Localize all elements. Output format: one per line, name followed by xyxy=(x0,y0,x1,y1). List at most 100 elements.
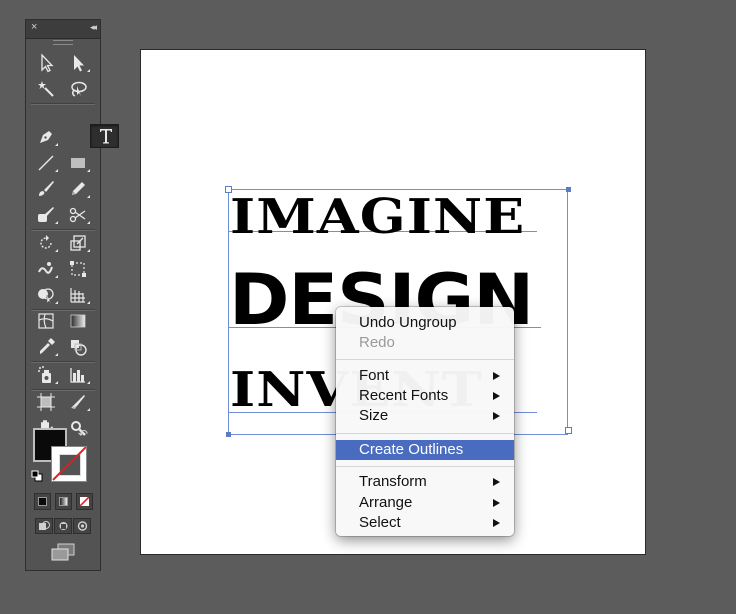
free-transform-tool[interactable] xyxy=(64,257,92,281)
scale-tool[interactable] xyxy=(64,231,92,255)
menu-separator xyxy=(336,466,514,467)
draw-normal-button[interactable] xyxy=(35,518,53,534)
tool-flyout-indicator xyxy=(55,143,58,146)
blob-brush-icon xyxy=(38,207,54,222)
line-icon xyxy=(38,155,54,171)
eyedropper-icon xyxy=(40,338,55,354)
pencil-tool[interactable] xyxy=(64,177,92,201)
menu-item-label: Create Outlines xyxy=(359,441,464,458)
rotate-tool[interactable] xyxy=(32,231,60,255)
mesh-tool[interactable] xyxy=(32,309,60,333)
perspective-grid-icon xyxy=(70,288,85,303)
menu-item-select[interactable]: Select xyxy=(336,513,514,533)
gradient-mode-button[interactable] xyxy=(55,493,72,510)
collapse-panel-icon[interactable]: ◂◂ xyxy=(90,22,97,33)
shape-builder-icon xyxy=(38,288,54,305)
rectangle-tool[interactable] xyxy=(64,151,92,175)
menu-item-undo-ungroup[interactable]: Undo Ungroup xyxy=(336,313,514,333)
direct-selection-tool[interactable] xyxy=(64,51,92,75)
swap-fill-stroke-icon[interactable]: ↶ xyxy=(78,427,88,441)
draw-behind-button[interactable] xyxy=(54,518,72,534)
menu-item-font[interactable]: Font xyxy=(336,366,514,386)
scale-icon xyxy=(70,235,86,251)
column-graph-tool[interactable] xyxy=(64,363,92,387)
lasso-tool[interactable] xyxy=(64,77,92,101)
line-segment-tool[interactable] xyxy=(32,151,60,175)
text-line-imagine[interactable]: IMAGINE xyxy=(230,193,525,241)
pen-tool[interactable] xyxy=(32,125,60,149)
menu-item-create-outlines[interactable]: Create Outlines xyxy=(336,440,514,460)
artboard-tool[interactable] xyxy=(32,390,60,414)
menu-item-recent-fonts[interactable]: Recent Fonts xyxy=(336,386,514,406)
bbox-handle-bottom-left[interactable] xyxy=(226,432,231,437)
symbol-sprayer-icon xyxy=(38,366,51,383)
selection-tool[interactable] xyxy=(32,51,60,75)
menu-item-label: Select xyxy=(359,514,401,531)
warp-tool[interactable] xyxy=(32,257,60,281)
brush-icon xyxy=(39,181,54,196)
blend-icon xyxy=(71,340,87,356)
close-icon[interactable]: × xyxy=(31,21,37,33)
panel-grip[interactable] xyxy=(53,40,73,45)
stroke-color-swatch[interactable] xyxy=(51,446,87,482)
menu-item-label: Transform xyxy=(359,473,427,490)
context-menu: Undo Ungroup Redo Font Recent Fonts Size… xyxy=(336,307,514,536)
magic-wand-tool[interactable] xyxy=(32,77,60,101)
tool-flyout-indicator xyxy=(55,353,58,356)
pen-icon xyxy=(40,131,52,143)
slice-icon xyxy=(71,395,85,409)
gradient-tool[interactable] xyxy=(64,309,92,333)
scissors-icon xyxy=(69,207,86,223)
arrow-icon xyxy=(41,53,54,73)
menu-item-label: Undo Ungroup xyxy=(359,314,457,331)
draw-normal-icon xyxy=(39,521,50,530)
menu-item-label: Size xyxy=(359,407,389,424)
blob-brush-tool[interactable] xyxy=(32,203,60,227)
tools-panel-titlebar[interactable]: × ◂◂ xyxy=(26,20,100,39)
free-transform-icon xyxy=(70,261,86,277)
eyedropper-tool[interactable] xyxy=(32,335,60,359)
tool-flyout-indicator xyxy=(87,195,90,198)
tool-flyout-indicator xyxy=(55,221,58,224)
stroke-inner xyxy=(59,454,81,476)
bbox-handle-top-right[interactable] xyxy=(566,187,571,192)
gradient-icon xyxy=(70,314,86,328)
submenu-arrow-icon xyxy=(493,478,500,486)
magic-wand-icon xyxy=(38,81,54,97)
menu-item-label: Font xyxy=(359,367,390,384)
perspective-grid-tool[interactable] xyxy=(64,283,92,307)
color-mode-button[interactable] xyxy=(34,493,51,510)
menu-item-label: Arrange xyxy=(359,494,413,511)
none-swatch-icon xyxy=(80,497,89,506)
draw-behind-icon xyxy=(59,522,68,530)
symbol-sprayer-tool[interactable] xyxy=(32,363,60,387)
paintbrush-tool[interactable] xyxy=(32,177,60,201)
scissors-tool[interactable] xyxy=(64,203,92,227)
mesh-icon xyxy=(38,313,54,329)
tool-flyout-indicator xyxy=(87,249,90,252)
menu-item-label: Recent Fonts xyxy=(359,387,449,404)
submenu-arrow-icon xyxy=(493,412,500,420)
menu-item-size[interactable]: Size xyxy=(336,406,514,426)
menu-item-redo: Redo xyxy=(336,333,514,353)
default-colors-icon[interactable] xyxy=(31,470,43,482)
lasso-icon xyxy=(71,81,87,97)
screen-mode-icon[interactable] xyxy=(50,542,76,562)
white-arrow-icon xyxy=(74,55,84,72)
tool-flyout-indicator xyxy=(55,275,58,278)
bbox-handle-bottom-right[interactable] xyxy=(565,427,572,434)
submenu-arrow-icon xyxy=(493,499,500,507)
menu-item-arrange[interactable]: Arrange xyxy=(336,493,514,513)
shape-builder-tool[interactable] xyxy=(32,283,60,307)
warp-icon xyxy=(38,262,53,274)
submenu-arrow-icon xyxy=(493,519,500,527)
solid-color-icon xyxy=(38,497,47,506)
tools-panel: × ◂◂ ↶ xyxy=(25,19,119,571)
rotate-icon xyxy=(40,235,52,249)
menu-item-label: Redo xyxy=(359,334,395,351)
draw-inside-button[interactable] xyxy=(73,518,91,534)
blend-tool[interactable] xyxy=(64,335,92,359)
menu-item-transform[interactable]: Transform xyxy=(336,472,514,492)
slice-tool[interactable] xyxy=(64,390,92,414)
none-mode-button[interactable] xyxy=(76,493,93,510)
